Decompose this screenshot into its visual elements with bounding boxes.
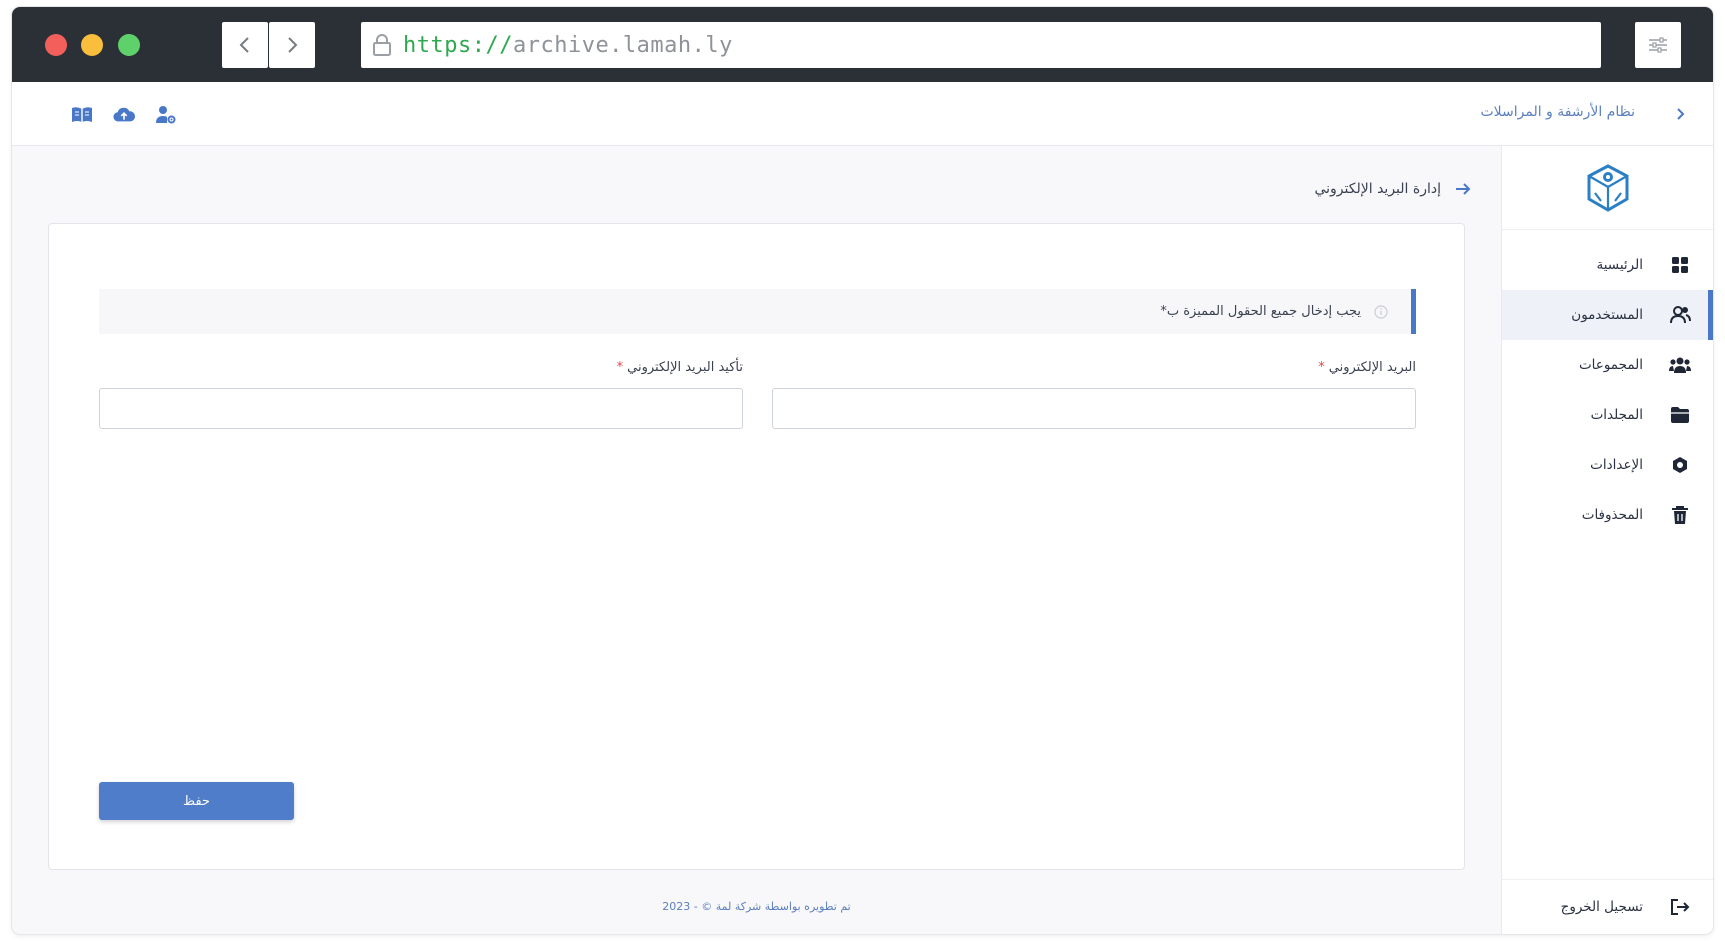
back-button[interactable] xyxy=(222,22,268,68)
browser-window: https://archive.lamah.ly نظام الأرشفة و … xyxy=(12,7,1713,934)
forward-button[interactable] xyxy=(269,22,315,68)
required-mark: * xyxy=(1318,360,1325,375)
save-button[interactable]: حفظ xyxy=(99,782,294,820)
email-field-group: البريد الإلكتروني* xyxy=(772,360,1416,429)
app-title[interactable]: نظام الأرشفة و المراسلات xyxy=(1480,104,1635,120)
sidebar-item-label: الإعدادات xyxy=(1590,457,1643,473)
chevron-right-icon[interactable] xyxy=(1671,104,1691,124)
confirm-email-field-group: تأكيد البريد الإلكتروني* xyxy=(99,360,743,429)
sidebar-item-trash[interactable]: المحذوفات xyxy=(1502,490,1713,540)
email-form-card: يجب إدخال جميع الحقول المميزة ب* البريد … xyxy=(48,223,1465,870)
url-host: archive.lamah.ly xyxy=(512,32,733,58)
chevron-right-icon xyxy=(288,37,298,53)
url-scheme: https:// xyxy=(403,32,513,58)
arrow-right-icon[interactable] xyxy=(1453,179,1473,199)
sidebar: الرئيسية المستخدمون المجموعات المجلدات ا… xyxy=(1501,146,1713,934)
page-title: إدارة البريد الإلكتروني xyxy=(1314,181,1441,197)
chevron-left-icon xyxy=(239,37,249,53)
sidebar-item-label: الرئيسية xyxy=(1596,257,1644,273)
header-actions xyxy=(71,104,177,126)
email-input[interactable] xyxy=(772,388,1416,429)
required-mark: * xyxy=(616,360,624,375)
app-header: نظام الأرشفة و المراسلات xyxy=(12,82,1713,146)
user-settings-icon[interactable] xyxy=(155,104,177,126)
book-icon[interactable] xyxy=(71,104,93,126)
sidebar-item-label: المجلدات xyxy=(1590,407,1643,423)
notice-text: يجب إدخال جميع الحقول المميزة ب* xyxy=(1160,304,1361,319)
lock-icon xyxy=(369,32,395,58)
sidebar-item-label: المستخدمون xyxy=(1571,307,1643,323)
settings-icon xyxy=(1669,454,1691,476)
info-icon xyxy=(1373,304,1389,320)
trash-icon xyxy=(1669,504,1691,526)
logo-area xyxy=(1502,146,1713,230)
browser-toolbar: https://archive.lamah.ly xyxy=(12,7,1713,82)
confirm-email-label: تأكيد البريد الإلكتروني* xyxy=(99,360,743,382)
sidebar-item-groups[interactable]: المجموعات xyxy=(1502,340,1713,390)
dashboard-icon xyxy=(1669,254,1691,276)
groups-icon xyxy=(1669,354,1691,376)
sidebar-item-users[interactable]: المستخدمون xyxy=(1502,290,1713,340)
sidebar-item-settings[interactable]: الإعدادات xyxy=(1502,440,1713,490)
footer-credit: تم تطويره بواسطة شركة لمة © - 2023 xyxy=(662,900,851,913)
sidebar-menu: الرئيسية المستخدمون المجموعات المجلدات ا… xyxy=(1502,240,1713,540)
url-text: https://archive.lamah.ly xyxy=(403,33,733,58)
sidebar-item-label: المحذوفات xyxy=(1581,507,1643,523)
sidebar-item-label: المجموعات xyxy=(1578,357,1643,373)
folder-icon xyxy=(1669,404,1691,426)
cloud-upload-icon[interactable] xyxy=(113,104,135,126)
email-label: البريد الإلكتروني* xyxy=(772,360,1416,382)
logout-icon xyxy=(1669,896,1691,918)
maximize-window-button[interactable] xyxy=(118,34,140,56)
sliders-icon xyxy=(1649,37,1667,53)
sidebar-item-folders[interactable]: المجلدات xyxy=(1502,390,1713,440)
email-label-text: البريد الإلكتروني xyxy=(1328,360,1416,375)
browser-settings-button[interactable] xyxy=(1635,22,1681,68)
users-icon xyxy=(1669,304,1691,326)
logout-button[interactable]: تسجيل الخروج xyxy=(1502,879,1713,934)
sidebar-item-home[interactable]: الرئيسية xyxy=(1502,240,1713,290)
logout-label: تسجيل الخروج xyxy=(1560,899,1643,915)
page-header: إدارة البريد الإلكتروني xyxy=(1314,179,1473,199)
minimize-window-button[interactable] xyxy=(81,34,103,56)
required-fields-notice: يجب إدخال جميع الحقول المميزة ب* xyxy=(99,289,1416,334)
app-logo[interactable] xyxy=(1585,163,1631,213)
address-bar[interactable]: https://archive.lamah.ly xyxy=(361,22,1601,68)
confirm-email-label-text: تأكيد البريد الإلكتروني xyxy=(627,360,743,375)
confirm-email-input[interactable] xyxy=(99,388,743,429)
close-window-button[interactable] xyxy=(45,34,67,56)
